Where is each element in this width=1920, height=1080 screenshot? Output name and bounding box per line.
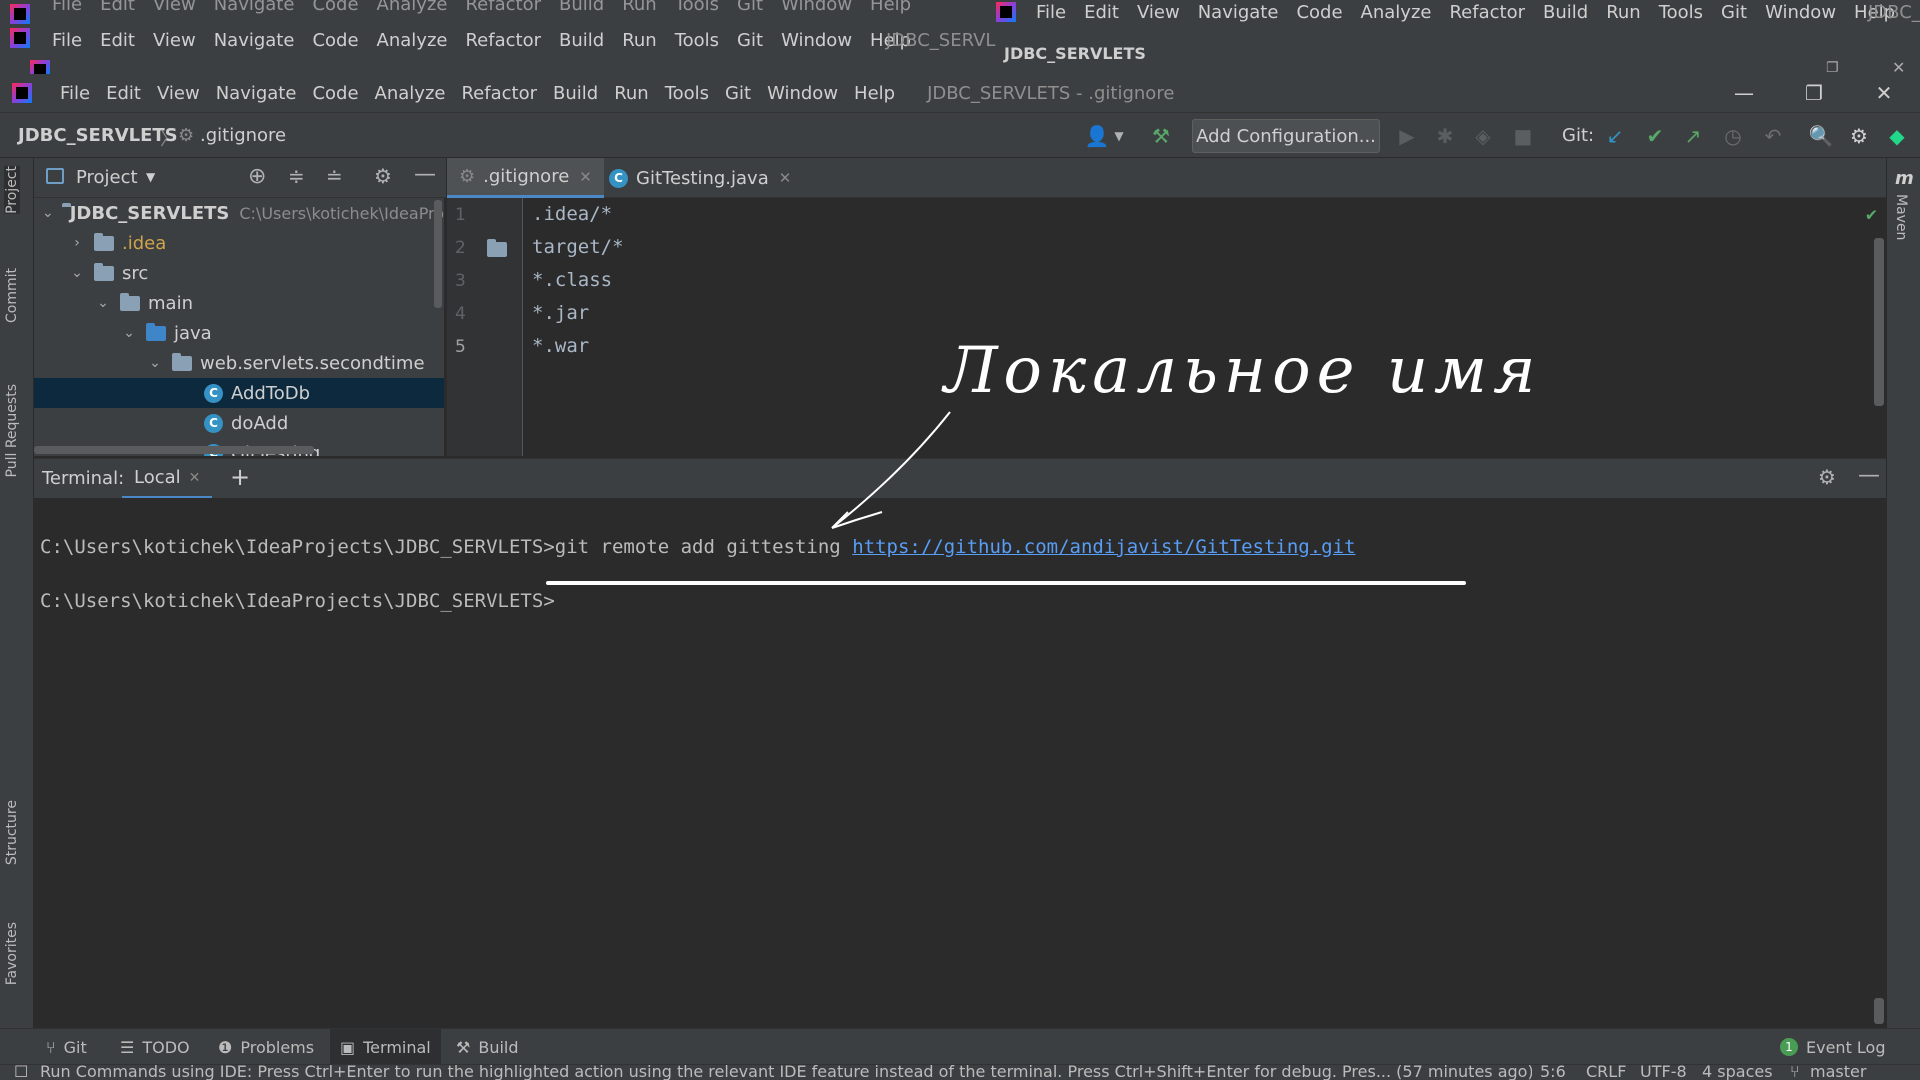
indent[interactable]: 4 spaces (1702, 1065, 1773, 1080)
square-icon[interactable]: ☐ (14, 1065, 28, 1080)
event-count-badge: 1 (1780, 1038, 1798, 1056)
tab-git[interactable]: ⑂ Git (36, 1029, 97, 1065)
event-log-button[interactable]: 1 Event Log (1770, 1029, 1896, 1065)
line-ending[interactable]: CRLF (1582, 1065, 1627, 1080)
git-branch-icon: ⑂ (46, 1037, 56, 1057)
info-icon: ❶ (218, 1037, 233, 1057)
status-bar: ☐ Run Commands using IDE: Press Ctrl+Ent… (0, 1064, 1920, 1080)
git-branch-icon: ⑂ (1790, 1064, 1800, 1080)
tab-todo[interactable]: ☰ TODO (110, 1029, 200, 1065)
tab-label: Problems (240, 1037, 315, 1057)
encoding[interactable]: UTF-8 (1640, 1065, 1687, 1080)
status-message: Run Commands using IDE: Press Ctrl+Enter… (40, 1064, 1534, 1080)
tab-label: Git (63, 1037, 87, 1057)
tab-label: Terminal (363, 1037, 431, 1057)
bottom-tool-bar: ⑂ Git ☰ TODO ❶ Problems ▣ Terminal ⚒ Build 1 … (0, 1028, 1920, 1065)
arrow-line (831, 411, 951, 529)
hammer-icon: ⚒ (456, 1037, 471, 1057)
tab-problems[interactable]: ❶ Problems (208, 1029, 324, 1065)
tab-label: Event Log (1806, 1037, 1886, 1057)
arrow-head (831, 511, 883, 529)
handwritten-annotation: Локальное имя (546, 334, 1541, 585)
tab-label: Build (478, 1037, 519, 1057)
list-icon: ☰ (120, 1037, 135, 1057)
caret-position[interactable]: 5:6 (1532, 1065, 1566, 1080)
terminal-icon: ▣ (340, 1037, 356, 1057)
handwritten-note: Локальное имя (941, 334, 1541, 408)
tab-terminal[interactable]: ▣ Terminal (330, 1029, 441, 1065)
tab-build[interactable]: ⚒ Build (446, 1029, 529, 1065)
tab-label: TODO (142, 1037, 190, 1057)
git-branch[interactable]: master (1810, 1065, 1866, 1080)
